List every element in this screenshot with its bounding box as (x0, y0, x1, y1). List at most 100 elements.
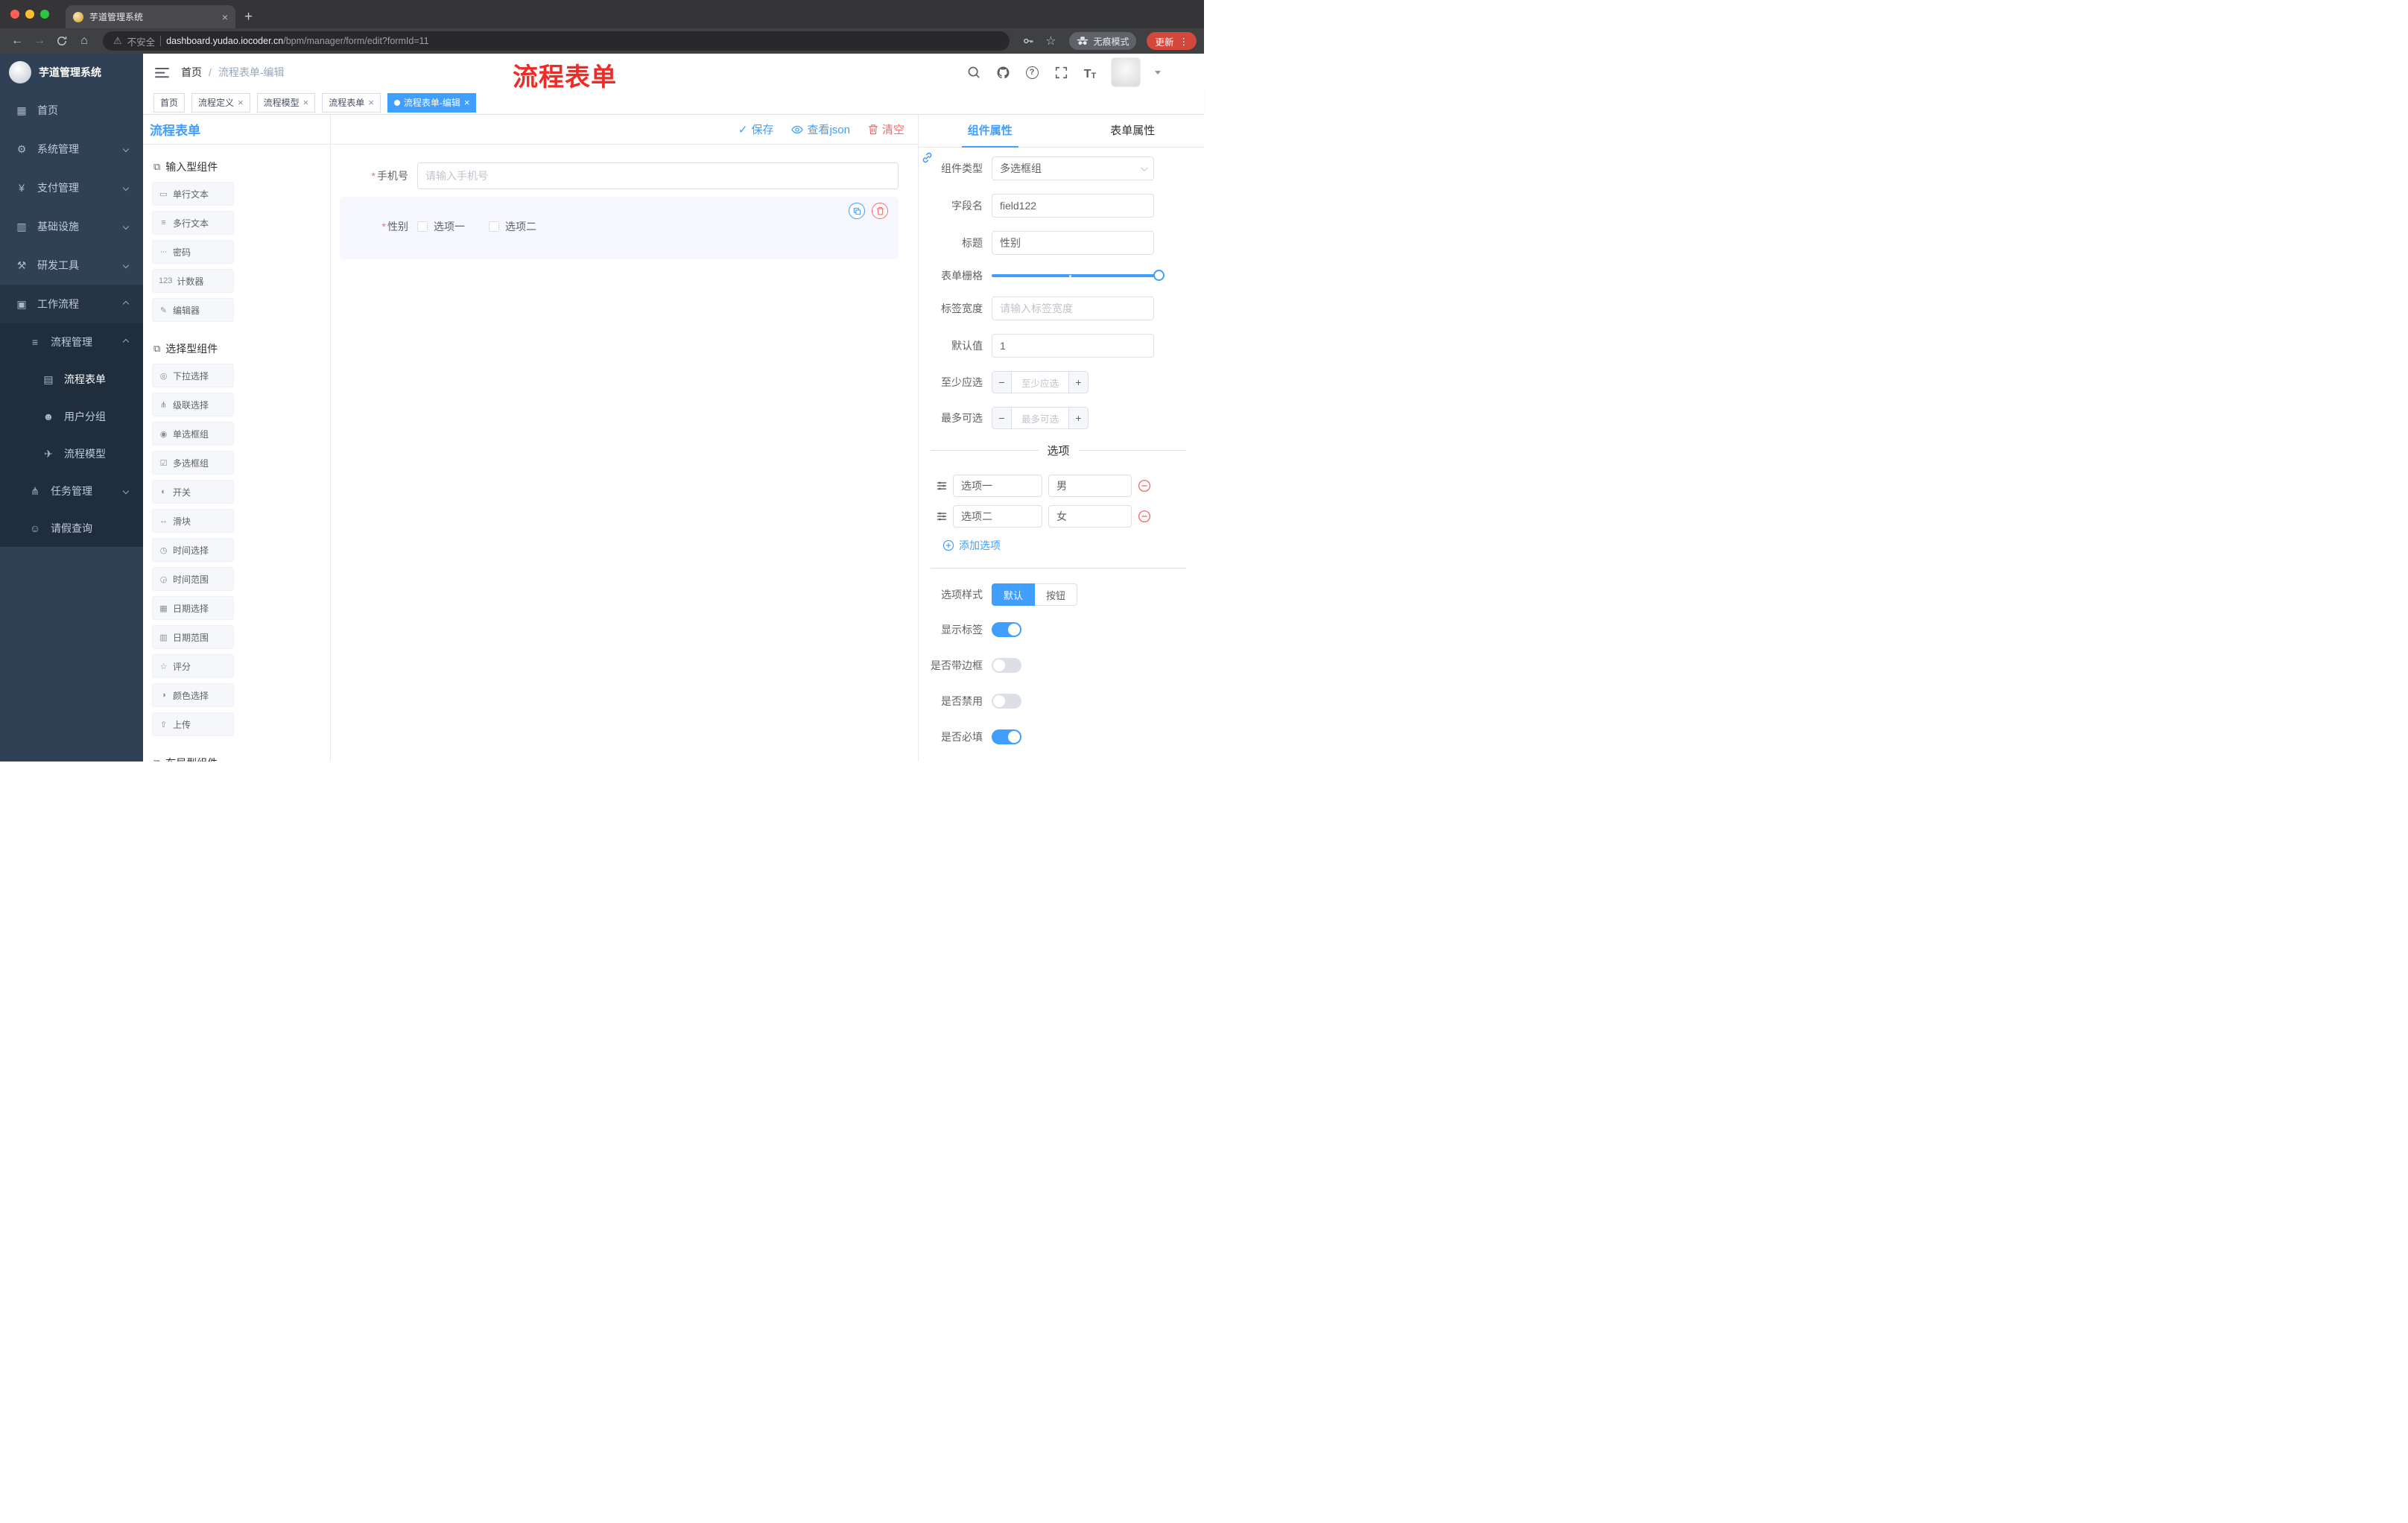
tag-close-icon[interactable]: × (368, 98, 374, 107)
add-option-button[interactable]: 添加选项 (942, 538, 1204, 553)
help-icon[interactable]: ? (1024, 64, 1040, 80)
show-label-toggle[interactable] (992, 622, 1021, 637)
comp-color-picker[interactable]: ◑ 颜色选择 (152, 683, 234, 707)
comp-checkbox-group[interactable]: ☑ 多选框组 (152, 451, 234, 475)
font-size-icon[interactable]: TT (1082, 64, 1098, 80)
copy-item-button[interactable] (849, 203, 865, 219)
drag-handle-icon[interactable] (937, 481, 947, 491)
save-button[interactable]: ✓ 保存 (738, 121, 774, 137)
home-button-icon[interactable]: ⌂ (75, 31, 94, 51)
github-icon[interactable] (995, 64, 1011, 80)
comp-time-range[interactable]: ◶ 时间范围 (152, 567, 234, 591)
tab-component-props[interactable]: 组件属性 (919, 115, 1062, 147)
sidebar-item-leave-query[interactable]: ☺ 请假查询 (0, 510, 143, 547)
border-toggle[interactable] (992, 658, 1021, 673)
component-type-select[interactable]: 多选框组 (992, 156, 1154, 180)
link-icon[interactable] (921, 151, 934, 166)
comp-rate[interactable]: ☆ 评分 (152, 654, 234, 678)
comp-select[interactable]: ◎ 下拉选择 (152, 364, 234, 387)
comp-password[interactable]: ∙∙∙ 密码 (152, 240, 234, 264)
tab-close-icon[interactable]: × (222, 12, 228, 22)
search-icon[interactable] (966, 64, 982, 80)
increment-button[interactable]: + (1068, 372, 1088, 393)
required-toggle[interactable] (992, 729, 1021, 744)
tag-close-icon[interactable]: × (303, 98, 309, 107)
increment-button[interactable]: + (1068, 408, 1088, 428)
delete-item-button[interactable] (872, 203, 888, 219)
browser-tab[interactable]: 芋道管理系统 × (66, 5, 235, 28)
address-bar[interactable]: ⚠ 不安全 dashboard.yudao.iocoder.cn/bpm/man… (103, 31, 1010, 51)
slider-handle[interactable] (1153, 270, 1165, 281)
grid-slider[interactable] (992, 269, 1165, 282)
comp-radio-group[interactable]: ◉ 单选框组 (152, 422, 234, 446)
sidebar-item-infrastructure[interactable]: ▥ 基础设施 (0, 207, 143, 246)
remove-option-icon[interactable] (1138, 510, 1151, 523)
remove-option-icon[interactable] (1138, 479, 1151, 493)
breadcrumb-home[interactable]: 首页 (181, 65, 202, 80)
comp-date-range[interactable]: ▥ 日期范围 (152, 625, 234, 649)
tag-process-form-edit[interactable]: 流程表单-编辑 × (387, 92, 477, 113)
checkbox-icon[interactable] (489, 221, 499, 232)
hamburger-icon[interactable] (155, 67, 169, 78)
slider-track[interactable] (992, 274, 1163, 277)
tag-home[interactable]: 首页 (153, 92, 186, 113)
sidebar-item-process-form[interactable]: ▤ 流程表单 (0, 361, 143, 398)
tag-close-icon[interactable]: × (238, 98, 244, 107)
comp-switch[interactable]: ◐ 开关 (152, 480, 234, 504)
option-name-input[interactable] (953, 475, 1042, 497)
sidebar-item-task-management[interactable]: ⋔ 任务管理 (0, 472, 143, 510)
label-width-input[interactable] (992, 297, 1154, 320)
field-phone[interactable]: * 手机号 (340, 162, 899, 189)
back-icon[interactable]: ← (7, 31, 27, 51)
fullscreen-icon[interactable] (1053, 64, 1069, 80)
checkbox-option-2[interactable]: 选项二 (489, 219, 536, 234)
title-input[interactable] (992, 231, 1154, 255)
window-close-button[interactable] (10, 10, 19, 19)
comp-counter[interactable]: 123 计数器 (152, 269, 234, 293)
tab-form-props[interactable]: 表单属性 (1062, 115, 1205, 147)
comp-cascader[interactable]: ⋔ 级联选择 (152, 393, 234, 417)
reload-icon[interactable] (52, 31, 72, 51)
field-name-input[interactable] (992, 194, 1154, 218)
sidebar-logo[interactable]: 芋道管理系统 (0, 54, 143, 91)
comp-editor[interactable]: ✎ 编辑器 (152, 298, 234, 322)
field-gender-selected[interactable]: * 性别 选项一 选项二 (340, 197, 899, 259)
tag-close-icon[interactable]: × (464, 98, 470, 107)
sidebar-item-workflow[interactable]: ▣ 工作流程 (0, 285, 143, 323)
disabled-toggle[interactable] (992, 694, 1021, 709)
style-default-button[interactable]: 默认 (992, 583, 1036, 606)
comp-single-text[interactable]: ▭ 单行文本 (152, 182, 234, 206)
kebab-menu-icon[interactable]: ⋮ (1179, 36, 1189, 47)
security-label[interactable]: 不安全 (127, 34, 156, 48)
sidebar-item-home[interactable]: ▦ 首页 (0, 91, 143, 130)
sidebar-item-system[interactable]: ⚙ 系统管理 (0, 130, 143, 168)
sidebar-item-user-group[interactable]: ☻ 用户分组 (0, 398, 143, 435)
avatar-caret-icon[interactable] (1155, 70, 1161, 75)
bookmark-star-icon[interactable]: ☆ (1041, 31, 1060, 51)
tag-process-form[interactable]: 流程表单 × (322, 92, 381, 113)
phone-input[interactable] (417, 162, 899, 189)
comp-time-picker[interactable]: ◷ 时间选择 (152, 538, 234, 562)
window-minimize-button[interactable] (25, 10, 34, 19)
style-button-button[interactable]: 按钮 (1035, 583, 1078, 606)
option-name-input[interactable] (953, 505, 1042, 528)
checkbox-icon[interactable] (417, 221, 428, 232)
sidebar-item-process-management[interactable]: ≡ 流程管理 (0, 323, 143, 361)
drag-handle-icon[interactable] (937, 511, 947, 522)
checkbox-option-1[interactable]: 选项一 (417, 219, 465, 234)
decrement-button[interactable]: − (992, 408, 1012, 428)
clear-button[interactable]: 清空 (868, 121, 904, 137)
tag-process-model[interactable]: 流程模型 × (256, 92, 316, 113)
tag-process-definition[interactable]: 流程定义 × (191, 92, 250, 113)
user-avatar[interactable] (1111, 57, 1141, 87)
window-zoom-button[interactable] (40, 10, 49, 19)
decrement-button[interactable]: − (992, 372, 1012, 393)
sidebar-item-process-model[interactable]: ✈ 流程模型 (0, 435, 143, 472)
comp-date-picker[interactable]: ▦ 日期选择 (152, 596, 234, 620)
min-select-value[interactable]: 至少应选 (1012, 372, 1068, 393)
comp-multi-text[interactable]: ≡ 多行文本 (152, 211, 234, 235)
comp-upload[interactable]: ⇧ 上传 (152, 712, 234, 736)
sidebar-item-payment[interactable]: ¥ 支付管理 (0, 168, 143, 207)
password-key-icon[interactable] (1018, 31, 1038, 51)
default-value-input[interactable] (992, 334, 1154, 358)
